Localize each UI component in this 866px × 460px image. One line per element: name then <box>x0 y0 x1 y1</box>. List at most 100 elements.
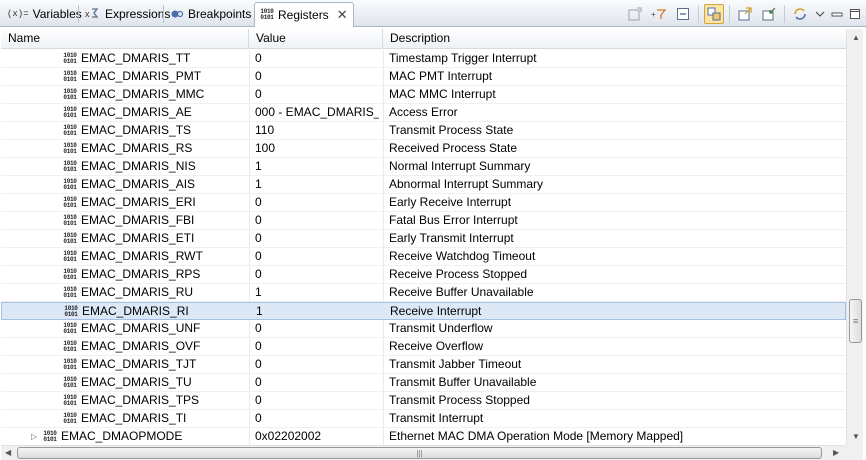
table-row[interactable]: 1010 0101 EMAC_DMARIS_ETI 0 Early Transmit I… <box>1 230 846 248</box>
register-value[interactable]: 1 <box>255 284 379 301</box>
refresh-icon[interactable] <box>790 4 810 24</box>
register-field-icon: 1010 0101 <box>63 159 77 173</box>
register-value[interactable]: 0 <box>255 68 379 85</box>
scroll-left-icon[interactable]: ◀ <box>5 448 11 457</box>
register-value[interactable]: 110 <box>255 122 379 139</box>
register-name-cell: 1010 0101 EMAC_DMARIS_RWT <box>63 248 247 265</box>
table-row[interactable]: 1010 0101 EMAC_DMARIS_MMC 0 MAC MMC Interrup… <box>1 86 846 104</box>
register-value[interactable]: 0 <box>255 86 379 103</box>
register-name-cell: 1010 0101 EMAC_DMARIS_TT <box>63 50 247 67</box>
register-value[interactable]: 100 <box>255 140 379 157</box>
register-field-icon: 1010 0101 <box>63 87 77 101</box>
tab-registers[interactable]: 1010 0101 Registers ✕ <box>254 2 354 27</box>
register-value[interactable]: 0 <box>255 212 379 229</box>
tab-breakpoints[interactable]: Breakpoints <box>165 2 256 26</box>
register-name: EMAC_DMARIS_AE <box>81 105 192 119</box>
register-name: EMAC_DMARIS_TS <box>81 123 192 137</box>
tab-variables[interactable]: (x)= Variables <box>2 2 87 26</box>
maximize-icon[interactable] <box>848 4 862 24</box>
table-row[interactable]: 1010 0101 EMAC_DMARIS_TJT 0 Transmit Jabber … <box>1 356 846 374</box>
register-name: EMAC_DMARIS_ERI <box>81 195 196 209</box>
export-icon[interactable] <box>735 4 755 24</box>
scroll-right-icon[interactable]: ▶ <box>833 448 839 457</box>
register-field-icon: 1010 0101 <box>63 285 77 299</box>
table-row[interactable]: 1010 0101 EMAC_DMARIS_ERI 0 Early Receive In… <box>1 194 846 212</box>
register-value[interactable]: 000 - EMAC_DMARIS_... <box>255 104 379 121</box>
table-row[interactable]: 1010 0101 EMAC_DMARIS_RS 100 Received Proces… <box>1 140 846 158</box>
register-field-icon: 1010 0101 <box>63 249 77 263</box>
register-field-icon: 1010 0101 <box>63 177 77 191</box>
view-menu-icon[interactable] <box>814 4 826 24</box>
register-value[interactable]: 0 <box>255 320 379 337</box>
table-row[interactable]: 1010 0101 EMAC_DMARIS_RPS 0 Receive Process … <box>1 266 846 284</box>
register-description: Received Process State <box>389 141 518 155</box>
table-row[interactable]: 1010 0101 EMAC_DMARIS_TU 0 Transmit Buffer U… <box>1 374 846 392</box>
link-icon[interactable] <box>704 4 724 24</box>
register-description: Transmit Interrupt <box>389 411 484 425</box>
close-icon[interactable]: ✕ <box>337 7 348 23</box>
register-name-cell: 1010 0101 EMAC_DMARIS_TI <box>63 410 247 427</box>
column-header-description[interactable]: Description <box>383 29 846 48</box>
register-name-cell: 1010 0101 EMAC_DMARIS_ERI <box>63 194 247 211</box>
table-row[interactable]: 1010 0101 EMAC_DMARIS_AIS 1 Abnormal Interru… <box>1 176 846 194</box>
table-row[interactable]: 1010 0101 EMAC_DMARIS_RI 1 Receive Interrupt <box>1 302 846 320</box>
view-toolbar: + <box>625 3 862 25</box>
register-description: Receive Overflow <box>389 339 484 353</box>
table-row[interactable]: ▷ 1010 0101 EMAC_DMAOPMODE 0x02202002 Etherne… <box>1 428 846 446</box>
register-description: Abnormal Interrupt Summary <box>389 177 544 191</box>
table-row[interactable]: 1010 0101 EMAC_DMARIS_TI 0 Transmit Interrup… <box>1 410 846 428</box>
vertical-scrollbar[interactable]: ▲ ≡ ▼ <box>846 29 863 445</box>
register-value[interactable]: 0 <box>255 194 379 211</box>
register-name: EMAC_DMARIS_TU <box>81 375 192 389</box>
collapse-all-icon[interactable] <box>673 4 693 24</box>
register-name: EMAC_DMARIS_RPS <box>81 267 201 281</box>
table-row[interactable]: 1010 0101 EMAC_DMARIS_UNF 0 Transmit Underfl… <box>1 320 846 338</box>
register-name-cell: 1010 0101 EMAC_DMARIS_AE <box>63 104 247 121</box>
table-row[interactable]: 1010 0101 EMAC_DMARIS_TT 0 Timestamp Trigger… <box>1 50 846 68</box>
register-value[interactable]: 1 <box>255 176 379 193</box>
register-value[interactable]: 0 <box>255 392 379 409</box>
register-value[interactable]: 0 <box>255 410 379 427</box>
import-icon[interactable] <box>759 4 779 24</box>
horizontal-scrollbar[interactable]: ◀ ||| ▶ <box>1 445 846 460</box>
register-value[interactable]: 0 <box>255 248 379 265</box>
register-name: EMAC_DMARIS_PMT <box>81 69 202 83</box>
register-value[interactable]: 0 <box>255 266 379 283</box>
register-value[interactable]: 0 <box>255 356 379 373</box>
table-row[interactable]: 1010 0101 EMAC_DMARIS_RU 1 Receive Buffer Un… <box>1 284 846 302</box>
filter-icon[interactable]: + <box>649 4 669 24</box>
register-name-cell: 1010 0101 EMAC_DMARIS_AIS <box>63 176 247 193</box>
register-value[interactable]: 0 <box>255 374 379 391</box>
register-name-cell: ▷ 1010 0101 EMAC_DMAOPMODE <box>31 428 247 445</box>
tab-expressions[interactable]: x Expressions <box>80 2 175 26</box>
register-field-icon: 1010 0101 <box>63 51 77 65</box>
register-description: Fatal Bus Error Interrupt <box>389 213 518 227</box>
new-register-group-icon[interactable] <box>625 4 645 24</box>
table-row[interactable]: 1010 0101 EMAC_DMARIS_PMT 0 MAC PMT Interrup… <box>1 68 846 86</box>
register-value[interactable]: 0 <box>255 338 379 355</box>
register-name-cell: 1010 0101 EMAC_DMARIS_NIS <box>63 158 247 175</box>
register-name: EMAC_DMARIS_ETI <box>81 231 195 245</box>
table-row[interactable]: 1010 0101 EMAC_DMARIS_NIS 1 Normal Interrupt… <box>1 158 846 176</box>
register-value[interactable]: 0 <box>255 50 379 67</box>
table-row[interactable]: 1010 0101 EMAC_DMARIS_OVF 0 Receive Overflow <box>1 338 846 356</box>
minimize-icon[interactable] <box>830 4 844 24</box>
register-description: Receive Buffer Unavailable <box>389 285 534 299</box>
register-value[interactable]: 1 <box>255 158 379 175</box>
register-name-cell: 1010 0101 EMAC_DMARIS_RU <box>63 284 247 301</box>
scroll-down-icon[interactable]: ▼ <box>852 432 860 441</box>
vertical-scroll-thumb[interactable]: ≡ <box>849 299 862 343</box>
table-row[interactable]: 1010 0101 EMAC_DMARIS_FBI 0 Fatal Bus Error … <box>1 212 846 230</box>
register-value[interactable]: 0x02202002 <box>255 428 379 445</box>
table-row[interactable]: 1010 0101 EMAC_DMARIS_TPS 0 Transmit Process… <box>1 392 846 410</box>
register-value[interactable]: 1 <box>256 303 380 320</box>
expand-icon[interactable]: ▷ <box>31 428 39 445</box>
table-row[interactable]: 1010 0101 EMAC_DMARIS_TS 110 Transmit Proces… <box>1 122 846 140</box>
column-header-name[interactable]: Name <box>1 29 249 48</box>
table-row[interactable]: 1010 0101 EMAC_DMARIS_AE 000 - EMAC_DMARIS_… <box>1 104 846 122</box>
horizontal-scroll-thumb[interactable]: ||| <box>17 447 822 459</box>
scroll-up-icon[interactable]: ▲ <box>852 33 860 42</box>
register-value[interactable]: 0 <box>255 230 379 247</box>
column-header-value[interactable]: Value <box>249 29 383 48</box>
table-row[interactable]: 1010 0101 EMAC_DMARIS_RWT 0 Receive Watchdog… <box>1 248 846 266</box>
